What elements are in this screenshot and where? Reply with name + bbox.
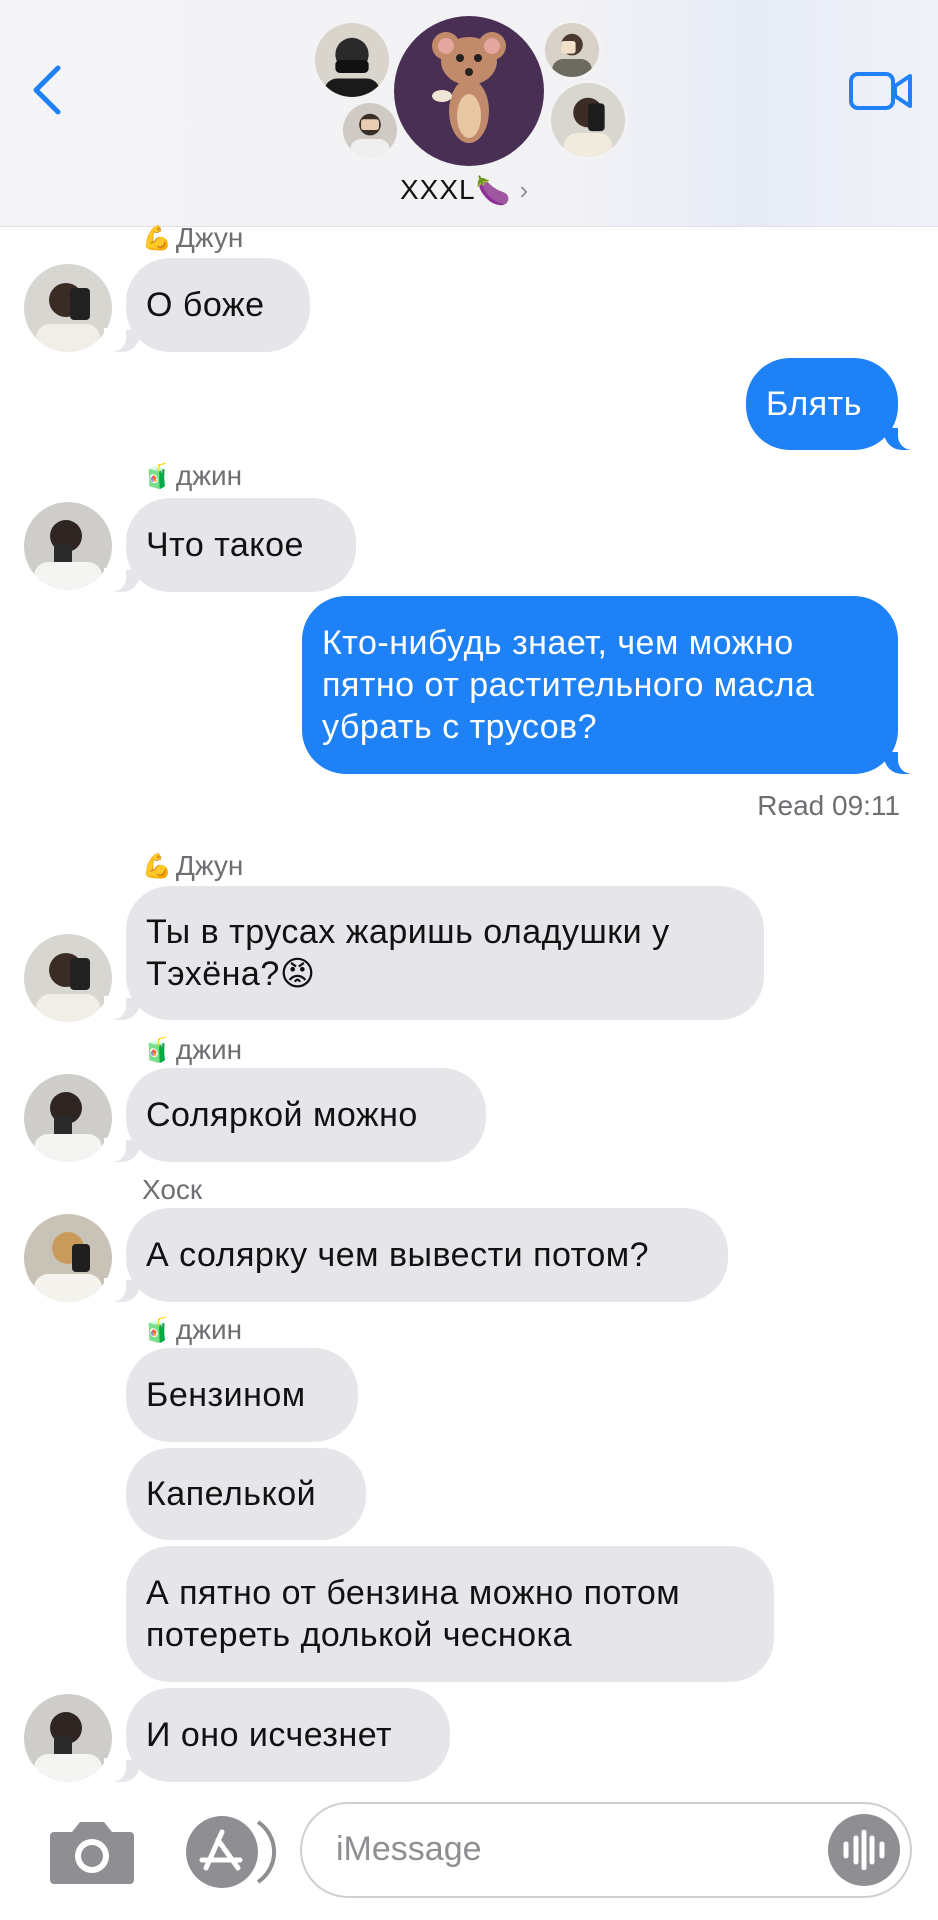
sender-label: джин — [175, 1034, 243, 1065]
group-name-label: XXXL — [400, 174, 476, 205]
message-text-line: Ты в трусах жаришь оладушки у — [146, 913, 670, 951]
message-text: Что такое — [146, 526, 304, 564]
sender-name: 🧃 джин — [142, 1034, 242, 1066]
message-text: Капелькой — [146, 1475, 317, 1513]
sender-emoji: 💪 — [142, 852, 172, 880]
message-text: И оно исчезнет — [146, 1716, 393, 1754]
video-camera-icon[interactable] — [848, 68, 914, 114]
avatar[interactable] — [24, 1074, 112, 1162]
message-text: Бензином — [146, 1376, 306, 1414]
avatar[interactable] — [24, 1214, 112, 1302]
audio-waveform-icon[interactable] — [828, 1814, 900, 1886]
avatar[interactable] — [24, 502, 112, 590]
sender-name: 💪 Джун — [142, 850, 243, 882]
message-text: Блять — [766, 385, 862, 423]
message-bubble-outgoing[interactable]: Кто-нибудь знает, чем можно пятно от рас… — [302, 596, 920, 774]
message-bubble[interactable]: Что такое — [104, 498, 356, 592]
sender-emoji: 💪 — [142, 224, 172, 252]
sender-label: Хоск — [142, 1174, 203, 1205]
group-name[interactable]: XXXL 🍆 › — [400, 170, 560, 210]
conversation-header: XXXL 🍆 › — [0, 0, 938, 227]
read-receipt: Read 09:11 — [757, 790, 900, 822]
sender-label: Джун — [175, 850, 244, 881]
message-text-line: А пятно от бензина можно потом — [146, 1574, 681, 1612]
message-bubble[interactable]: Соляркой можно — [104, 1068, 486, 1162]
sender-name: 💪 Джун — [142, 222, 243, 254]
message-text-line: Кто-нибудь знает, чем можно — [322, 624, 794, 662]
message-bubble[interactable]: И оно исчезнет — [104, 1688, 450, 1782]
sender-label: джин — [175, 460, 243, 491]
message-bubble[interactable]: О боже — [104, 258, 310, 352]
message-bubble[interactable]: Ты в трусах жаришь оладушки у Тэхёна?😡 — [104, 886, 764, 1020]
message-text-line: пятно от растительного масла — [322, 666, 815, 704]
message-bubble[interactable]: А пятно от бензина можно потом потереть … — [126, 1546, 774, 1682]
message-text: А солярку чем вывести потом? — [146, 1236, 650, 1274]
message-bubble[interactable]: Капелькой — [126, 1448, 366, 1540]
member-avatar[interactable] — [340, 100, 400, 160]
message-bubble-outgoing[interactable]: Блять — [746, 358, 920, 450]
message-text-line: убрать с трусов? — [322, 708, 598, 746]
message-bubble[interactable]: Бензином — [126, 1348, 358, 1442]
member-avatar[interactable] — [548, 80, 628, 160]
sender-emoji: 🧃 — [142, 1316, 172, 1344]
message-input-placeholder: iMessage — [336, 1830, 482, 1868]
sender-label: джин — [175, 1314, 243, 1345]
sender-label: Джун — [175, 222, 244, 253]
member-avatar[interactable] — [542, 20, 602, 80]
message-text-line: потереть долькой чеснока — [146, 1616, 573, 1654]
message-text: О боже — [146, 286, 265, 324]
message-text: Соляркой можно — [146, 1096, 418, 1134]
avatar[interactable] — [24, 934, 112, 1022]
avatar[interactable] — [24, 1694, 112, 1782]
message-bubble[interactable]: А солярку чем вывести потом? — [104, 1208, 728, 1302]
message-input[interactable]: iMessage — [300, 1802, 912, 1898]
chevron-right-icon: › — [519, 174, 530, 205]
group-name-emoji: 🍆 — [475, 174, 512, 206]
sender-name: Хоск — [142, 1174, 202, 1206]
group-avatar[interactable] — [394, 16, 544, 166]
sender-name: 🧃 джин — [142, 460, 242, 492]
camera-icon[interactable] — [48, 1816, 136, 1888]
avatar[interactable] — [24, 264, 112, 352]
app-store-icon[interactable] — [182, 1814, 278, 1890]
read-label: Read — [757, 790, 825, 821]
chevron-left-icon[interactable] — [28, 62, 68, 118]
sender-emoji: 🧃 — [142, 1036, 172, 1064]
message-text-line: Тэхёна?😡 — [146, 955, 316, 993]
read-time: 09:11 — [832, 790, 900, 821]
sender-name: 🧃 джин — [142, 1314, 242, 1346]
sender-emoji: 🧃 — [142, 462, 172, 490]
member-avatar[interactable] — [312, 20, 392, 100]
